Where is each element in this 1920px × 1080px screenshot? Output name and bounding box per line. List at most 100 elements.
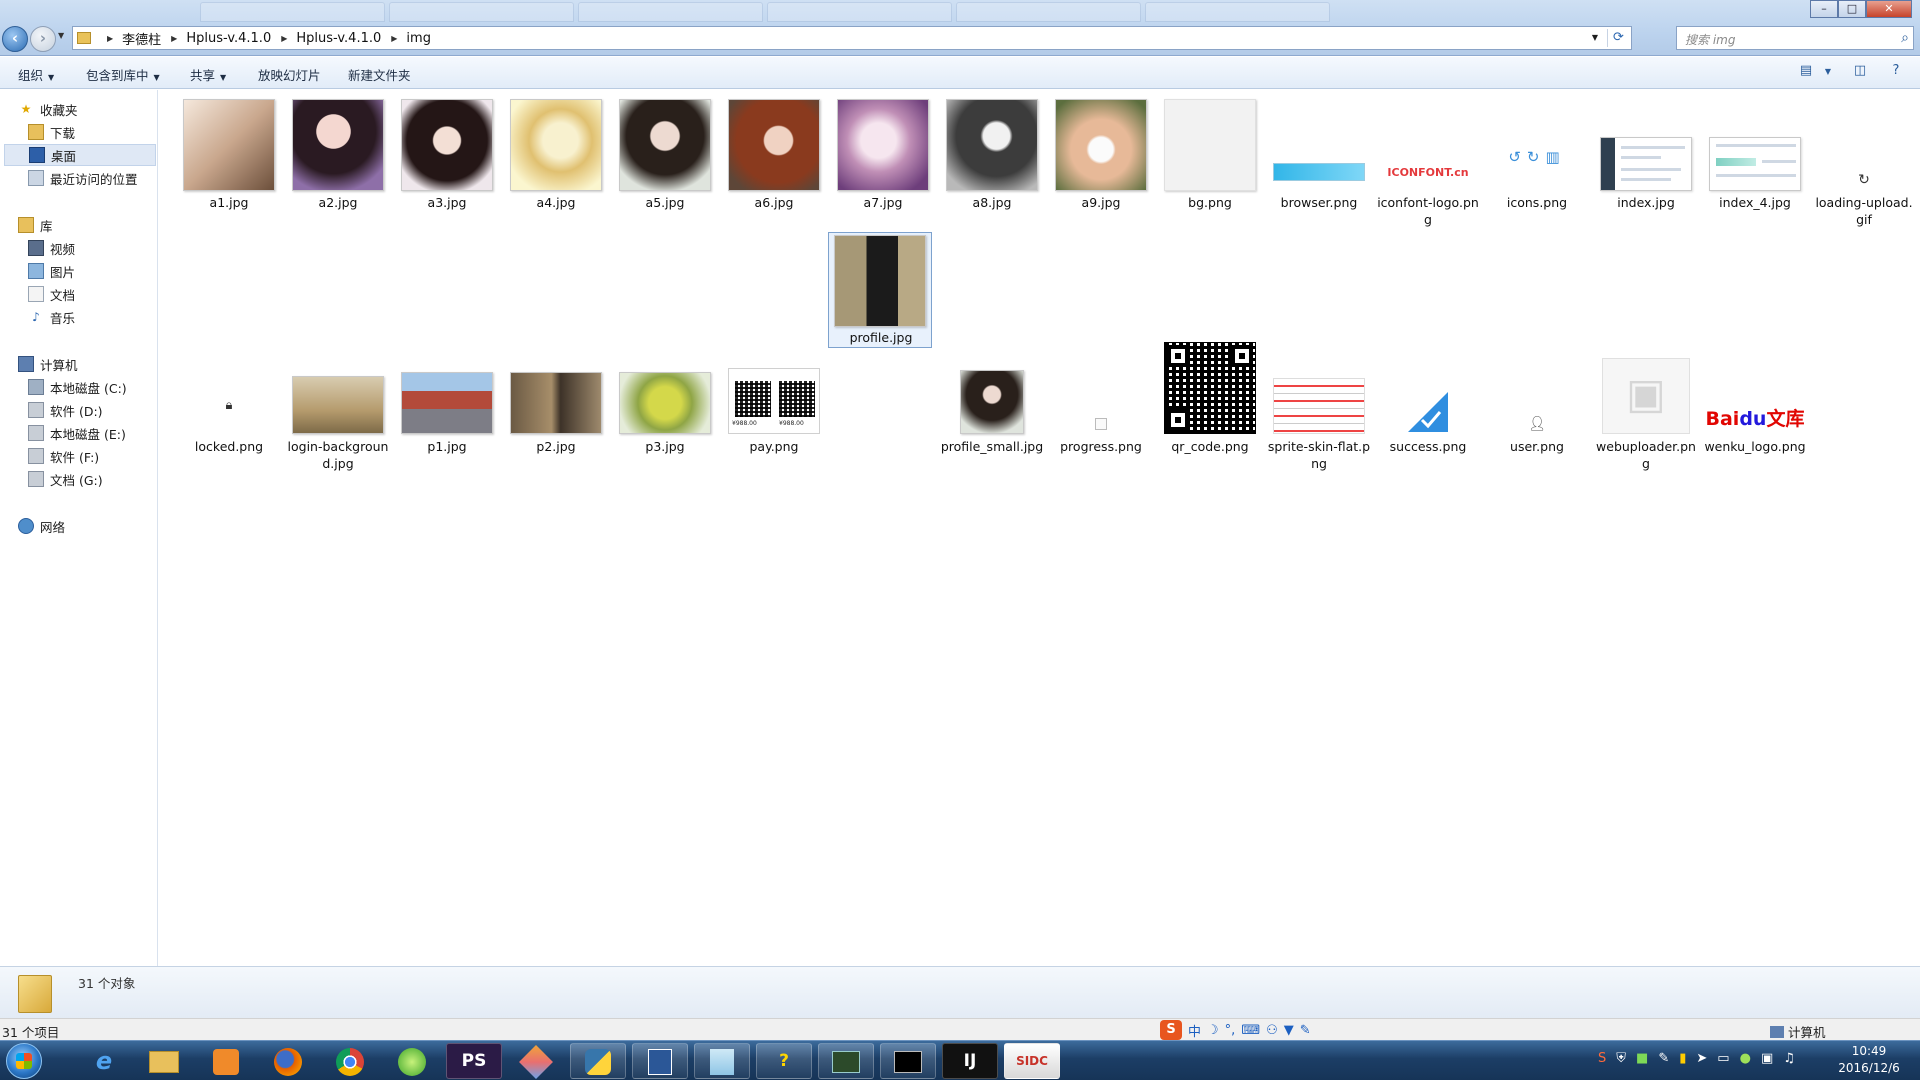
user-icon[interactable]: ⚇ (1266, 1023, 1278, 1038)
file-item[interactable]: a6.jpg (722, 90, 826, 210)
green-circle-icon[interactable]: ● (1740, 1051, 1751, 1066)
file-item[interactable]: bg.png (1158, 90, 1262, 210)
green-square-icon[interactable]: ■ (1636, 1051, 1648, 1066)
notepad-icon[interactable] (694, 1043, 750, 1079)
back-button[interactable]: ‹ (2, 26, 28, 52)
phpstorm-icon[interactable]: PS (446, 1043, 502, 1079)
word-icon[interactable] (632, 1043, 688, 1079)
shield-icon[interactable]: ⛨ (1616, 1051, 1626, 1066)
change-view-icon[interactable]: ▤ (1796, 63, 1816, 81)
battery-icon[interactable]: ▮ (1679, 1051, 1686, 1066)
sidebar-item-network[interactable]: 网络 (18, 515, 65, 537)
file-item[interactable]: login-background.jpg (286, 198, 390, 471)
file-item[interactable]: p3.jpg (613, 198, 717, 454)
sidebar-item-libraries[interactable]: 库 (18, 214, 53, 236)
breadcrumb-item[interactable]: Hplus-v.4.1.0 (186, 31, 271, 46)
search-input[interactable]: 搜索 img ⌕ (1676, 26, 1914, 50)
forward-button[interactable]: › (30, 26, 56, 52)
file-item[interactable]: a1.jpg (177, 90, 281, 210)
green-app-icon[interactable] (384, 1043, 440, 1079)
sidebar-item-favorites[interactable]: ★ 收藏夹 (18, 98, 78, 120)
help-icon[interactable]: ? (1886, 63, 1906, 81)
close-button[interactable]: ✕ (1866, 0, 1912, 18)
network-tray-icon[interactable]: ▣ (1761, 1051, 1773, 1066)
file-item[interactable]: ¥988.00 ¥988.00 pay.png (722, 198, 826, 454)
sidebar-item-pictures[interactable]: 图片 (28, 260, 75, 282)
sogou-ime-icon[interactable]: S (1160, 1020, 1182, 1040)
address-bar[interactable]: ▶ 李德柱 ▶ Hplus-v.4.1.0 ▶ Hplus-v.4.1.0 ▶ … (72, 26, 1632, 50)
breadcrumb-arrow-icon[interactable]: ▶ (281, 34, 287, 43)
recent-pages-dropdown[interactable]: ▼ (58, 31, 64, 40)
preview-pane-icon[interactable]: ◫ (1850, 63, 1870, 81)
file-item[interactable]: index.jpg (1594, 90, 1698, 210)
file-item[interactable]: a3.jpg (395, 90, 499, 210)
start-button[interactable] (6, 1043, 42, 1079)
media-player-icon[interactable] (198, 1043, 254, 1079)
python-icon[interactable] (570, 1043, 626, 1079)
file-item[interactable]: ICONFONT.cn iconfont-logo.png (1376, 90, 1480, 227)
file-item[interactable]: a2.jpg (286, 90, 390, 210)
keyboard-icon[interactable]: ⌨ (1241, 1023, 1260, 1038)
file-item[interactable]: 👤︎ user.png (1485, 198, 1589, 454)
file-item[interactable]: Baidu文库 wenku_logo.png (1703, 198, 1807, 454)
chrome-icon[interactable] (322, 1043, 378, 1079)
clock[interactable]: 10:49 2016/12/6 (1826, 1043, 1912, 1077)
view-options-dropdown-icon[interactable]: ▼ (1818, 63, 1838, 81)
breadcrumb-arrow-icon[interactable]: ▶ (171, 34, 177, 43)
help-app-icon[interactable]: ? (756, 1043, 812, 1079)
sidc-app-icon[interactable]: SIDC (1004, 1043, 1060, 1079)
sidebar-item-recent[interactable]: 最近访问的位置 (28, 167, 138, 189)
sidebar-item-drive-c[interactable]: 本地磁盘 (C:) (28, 376, 127, 398)
sidebar-item-desktop[interactable]: 桌面 (4, 144, 156, 166)
slideshow-button[interactable]: 放映幻灯片 (258, 65, 321, 84)
punctuation-icon[interactable]: °, (1225, 1023, 1236, 1038)
minimize-button[interactable]: – (1810, 0, 1838, 18)
wrench-icon[interactable]: ✎ (1300, 1023, 1311, 1038)
git-icon[interactable] (508, 1043, 564, 1079)
sidebar-item-computer[interactable]: 计算机 (18, 353, 78, 375)
file-item[interactable]: p2.jpg (504, 198, 608, 454)
file-item[interactable]: a5.jpg (613, 90, 717, 210)
refresh-icon[interactable]: ⟳ (1607, 29, 1629, 47)
breadcrumb-arrow-icon[interactable]: ▶ (107, 34, 113, 43)
file-item[interactable]: a4.jpg (504, 90, 608, 210)
explorer-icon[interactable] (136, 1043, 192, 1079)
breadcrumb-arrow-icon[interactable]: ▶ (391, 34, 397, 43)
sidebar-item-music[interactable]: ♪ 音乐 (28, 306, 75, 328)
file-item[interactable]: p1.jpg (395, 198, 499, 454)
file-item[interactable]: qr_code.png (1158, 198, 1262, 454)
file-item[interactable]: ↻ loading-upload.gif (1812, 90, 1916, 227)
file-item[interactable]: progress.png (1049, 198, 1153, 454)
pen-icon[interactable]: ✎ (1658, 1051, 1669, 1066)
new-folder-button[interactable]: 新建文件夹 (348, 65, 411, 84)
breadcrumb-item[interactable]: Hplus-v.4.1.0 (296, 31, 381, 46)
intellij-icon[interactable]: IJ (942, 1043, 998, 1079)
moon-icon[interactable]: ☽ (1207, 1023, 1219, 1038)
sidebar-item-downloads[interactable]: 下载 (28, 121, 75, 143)
network-monitor-icon[interactable] (818, 1043, 874, 1079)
file-item[interactable]: success.png (1376, 198, 1480, 454)
file-item[interactable]: 🔒︎ locked.png (177, 198, 281, 454)
file-item[interactable]: a7.jpg (831, 90, 935, 210)
file-item[interactable]: ↺↻▥ icons.png (1485, 90, 1589, 210)
file-item[interactable]: sprite-skin-flat.png (1267, 198, 1371, 471)
file-item[interactable]: profile_small.jpg (940, 198, 1044, 454)
file-item[interactable]: a8.jpg (940, 90, 1044, 210)
sidebar-item-drive-f[interactable]: 软件 (F:) (28, 445, 99, 467)
ie-icon[interactable]: e (76, 1043, 132, 1079)
shirt-icon[interactable]: ▼ (1284, 1023, 1294, 1038)
breadcrumb-item[interactable]: 李德柱 (122, 29, 161, 48)
sidebar-item-videos[interactable]: 视频 (28, 237, 75, 259)
ime-mode-toggle[interactable]: 中 (1188, 1021, 1201, 1040)
breadcrumb-item[interactable]: img (406, 31, 431, 46)
organize-menu[interactable]: 组织 ▼ (18, 65, 54, 84)
sidebar-item-drive-d[interactable]: 软件 (D:) (28, 399, 103, 421)
file-item[interactable]: a9.jpg (1049, 90, 1153, 210)
search-icon[interactable]: ⌕ (1901, 30, 1909, 46)
monitor-icon[interactable]: ▭ (1717, 1051, 1729, 1066)
share-menu[interactable]: 共享 ▼ (190, 65, 226, 84)
sidebar-item-drive-g[interactable]: 文档 (G:) (28, 468, 103, 490)
file-item[interactable]: browser.png (1267, 90, 1371, 210)
file-item[interactable]: index_4.jpg (1703, 90, 1807, 210)
volume-icon[interactable]: ♫ (1783, 1051, 1795, 1066)
